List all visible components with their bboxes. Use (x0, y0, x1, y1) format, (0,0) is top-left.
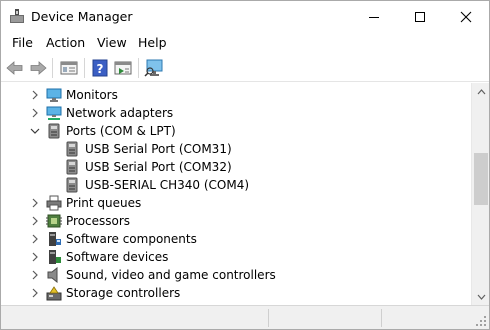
window-title: Device Manager (31, 9, 133, 24)
port-icon (66, 177, 78, 193)
update-driver-icon (114, 61, 132, 75)
chevron-right-icon[interactable] (29, 89, 41, 101)
tree-item-processors[interactable]: Processors (1, 212, 471, 230)
menu-bar: File Action View Help (1, 32, 489, 54)
menu-view[interactable]: View (97, 35, 127, 50)
tree-item-storage-controllers[interactable]: Storage controllers (1, 284, 471, 302)
scroll-up-button[interactable] (472, 83, 490, 100)
tree-item-usb-serial-port-com31[interactable]: USB Serial Port (COM31) (1, 140, 471, 158)
forward-arrow-icon (30, 61, 47, 75)
port-icon (66, 159, 78, 175)
close-icon (460, 11, 472, 22)
chevron-right-icon[interactable] (29, 233, 41, 245)
tree-item-network-adapters[interactable]: Network adapters (1, 104, 471, 122)
tree-item-sound-video-game-controllers[interactable]: Sound, video and game controllers (1, 266, 471, 284)
tree-item-label: Processors (66, 214, 131, 228)
menu-file[interactable]: File (12, 35, 33, 50)
tree-item-label: USB Serial Port (COM32) (85, 160, 232, 174)
chevron-right-icon[interactable] (29, 197, 41, 209)
chevron-right-icon[interactable] (29, 215, 41, 227)
tree-item-label: Sound, video and game controllers (66, 268, 276, 282)
tree-item-software-components[interactable]: Software components (1, 230, 471, 248)
maximize-button[interactable] (397, 1, 443, 32)
processor-icon (46, 214, 62, 228)
scroll-down-button[interactable] (472, 288, 490, 305)
vertical-scrollbar[interactable] (471, 83, 489, 305)
chevron-up-icon (477, 88, 485, 94)
device-manager-window: Device Manager File Action View Help ? M… (0, 0, 490, 330)
tree-item-ports[interactable]: Ports (COM & LPT) (1, 122, 471, 140)
scrollbar-thumb[interactable] (474, 153, 488, 205)
monitor-icon (46, 88, 62, 102)
port-icon (66, 141, 78, 157)
tree-item-label: USB-SERIAL CH340 (COM4) (85, 178, 250, 192)
close-button[interactable] (443, 1, 489, 32)
tree-item-usb-serial-ch340-com4[interactable]: USB-SERIAL CH340 (COM4) (1, 176, 471, 194)
title-bar[interactable]: Device Manager (1, 1, 489, 32)
back-arrow-icon (6, 61, 23, 75)
tree-item-label: Monitors (66, 88, 118, 102)
printer-icon (46, 195, 62, 211)
menu-help[interactable]: Help (138, 35, 167, 50)
chevron-right-icon[interactable] (29, 251, 41, 263)
back-button[interactable] (4, 57, 26, 79)
chevron-right-icon[interactable] (29, 287, 41, 299)
toolbar-separator (138, 58, 139, 78)
scan-hardware-button[interactable] (143, 57, 165, 79)
status-bar (1, 305, 489, 329)
storage-controller-icon (46, 286, 62, 301)
chevron-down-icon[interactable] (29, 125, 41, 137)
software-component-icon (49, 232, 61, 246)
tree-item-print-queues[interactable]: Print queues (1, 194, 471, 212)
tree-item-label: Network adapters (66, 106, 174, 120)
port-icon (48, 123, 60, 139)
network-adapter-icon (46, 106, 62, 120)
tree-item-label: Storage controllers (66, 286, 181, 300)
tree-item-software-devices[interactable]: Software devices (1, 248, 471, 266)
scan-hardware-icon (144, 59, 163, 77)
svg-text:?: ? (97, 62, 104, 76)
toolbar-separator (84, 58, 85, 78)
status-bar-divider (268, 309, 269, 327)
toolbar: ? (1, 54, 489, 82)
toolbar-separator (52, 58, 53, 78)
tree-item-label: Software devices (66, 250, 169, 264)
menu-action[interactable]: Action (46, 35, 85, 50)
maximize-icon (415, 11, 425, 22)
update-driver-button[interactable] (112, 57, 134, 79)
tree-item-usb-serial-port-com32[interactable]: USB Serial Port (COM32) (1, 158, 471, 176)
speaker-icon (47, 267, 58, 283)
properties-button[interactable] (58, 57, 80, 79)
forward-button[interactable] (27, 57, 49, 79)
minimize-button[interactable] (351, 1, 397, 32)
software-device-icon (49, 250, 61, 264)
tree-item-monitors[interactable]: Monitors (1, 86, 471, 104)
tree-item-label: USB Serial Port (COM31) (85, 142, 232, 156)
tree-item-label: Print queues (66, 196, 142, 210)
chevron-right-icon[interactable] (29, 269, 41, 281)
chevron-right-icon[interactable] (29, 107, 41, 119)
resize-grip-icon[interactable] (475, 315, 487, 327)
properties-icon (60, 61, 78, 75)
minimize-icon (369, 16, 379, 18)
help-button[interactable]: ? (89, 57, 111, 79)
status-bar-divider (381, 309, 382, 327)
chevron-down-icon (477, 294, 485, 300)
help-icon: ? (92, 59, 108, 77)
device-tree: Monitors Network adapters Ports (COM & L… (1, 83, 473, 305)
tree-item-label: Software components (66, 232, 197, 246)
device-manager-icon (10, 9, 24, 23)
tree-item-label: Ports (COM & LPT) (66, 124, 176, 138)
